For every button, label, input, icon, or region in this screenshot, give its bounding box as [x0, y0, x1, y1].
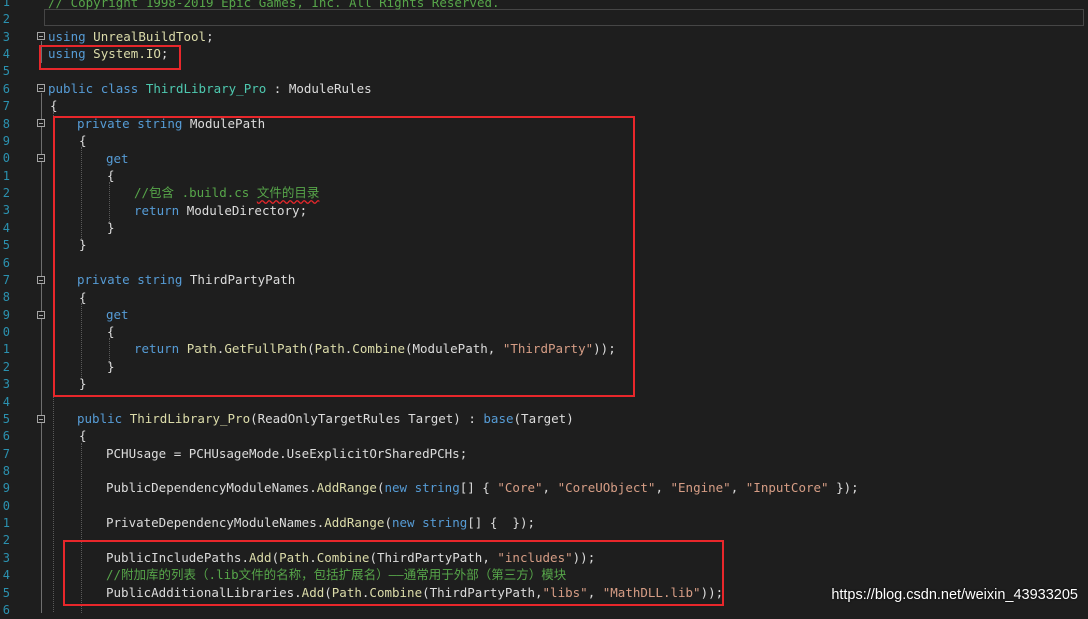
code-line-7: { [50, 98, 58, 113]
line-number: 5 [2, 585, 10, 600]
line-number: 1 [2, 342, 10, 357]
line-number: 8 [2, 116, 10, 131]
line-number: 4 [2, 220, 10, 235]
line-number: 6 [2, 602, 10, 617]
line-number: 6 [2, 81, 10, 96]
fold-toggle-icon[interactable] [37, 276, 45, 284]
line-number: 5 [2, 64, 10, 79]
line-number: 4 [2, 568, 10, 583]
code-line-3: using UnrealBuildTool; [48, 29, 214, 44]
code-line-29: PublicDependencyModuleNames.AddRange(new… [106, 480, 859, 495]
fold-toggle-icon[interactable] [37, 415, 45, 423]
watermark-text: https://blog.csdn.net/weixin_43933205 [831, 587, 1078, 603]
line-number: 0 [2, 325, 10, 340]
code-editor[interactable]: 1 2 3 4 5 6 7 8 9 0 1 2 3 4 5 6 7 8 9 0 1 2 3 4 5 6 7 8 9 0 1 2 3 4 5 6 // … [0, 0, 1088, 617]
line-number: 4 [2, 47, 10, 62]
line-number: 2 [2, 12, 10, 27]
highlight-box-properties [53, 116, 635, 397]
code-line-1: // Copyright 1998-2019 Epic Games, Inc. … [48, 0, 500, 10]
code-line-31: PrivateDependencyModuleNames.AddRange(ne… [106, 515, 535, 530]
code-line-25: public ThirdLibrary_Pro(ReadOnlyTargetRu… [77, 411, 574, 426]
line-number: 7 [2, 99, 10, 114]
line-number: 6 [2, 255, 10, 270]
code-line-26: { [79, 428, 87, 443]
code-line-6: public class ThirdLibrary_Pro : ModuleRu… [48, 81, 372, 96]
line-number: 5 [2, 411, 10, 426]
line-number: 3 [2, 550, 10, 565]
fold-toggle-icon[interactable] [37, 311, 45, 319]
line-number: 1 [2, 168, 10, 183]
line-number: 0 [2, 151, 10, 166]
line-number: 1 [2, 516, 10, 531]
line-number: 7 [2, 272, 10, 287]
line-number: 5 [2, 238, 10, 253]
line-number: 7 [2, 446, 10, 461]
fold-toggle-icon[interactable] [37, 119, 45, 127]
line-number: 6 [2, 429, 10, 444]
line-number: 9 [2, 307, 10, 322]
line-number: 9 [2, 133, 10, 148]
current-line-highlight [44, 9, 1084, 26]
line-number: 8 [2, 290, 10, 305]
highlight-box-using-system-io [39, 45, 181, 70]
line-number: 2 [2, 186, 10, 201]
fold-toggle-icon[interactable] [37, 154, 45, 162]
fold-toggle-icon[interactable] [37, 32, 45, 40]
line-number: 8 [2, 463, 10, 478]
line-number: 2 [2, 533, 10, 548]
line-number: 2 [2, 359, 10, 374]
line-number: 9 [2, 481, 10, 496]
line-number: 3 [2, 29, 10, 44]
line-number: 0 [2, 498, 10, 513]
line-number: 4 [2, 394, 10, 409]
fold-toggle-icon[interactable] [37, 84, 45, 92]
line-number: 1 [2, 0, 10, 9]
fold-line [41, 93, 42, 613]
highlight-box-include-libraries [63, 540, 724, 606]
code-line-27: PCHUsage = PCHUsageMode.UseExplicitOrSha… [106, 446, 468, 461]
line-number: 3 [2, 203, 10, 218]
line-number: 3 [2, 377, 10, 392]
